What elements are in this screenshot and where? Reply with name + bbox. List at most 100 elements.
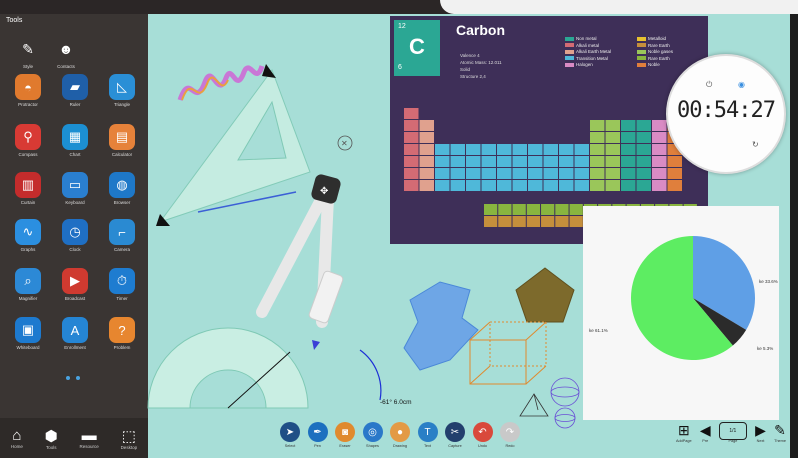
toolbar-redo-button[interactable]: ↷ Redo xyxy=(500,420,520,456)
cube-shape[interactable] xyxy=(469,321,547,385)
element-tile[interactable] xyxy=(543,180,559,191)
element-tile[interactable] xyxy=(484,204,498,215)
element-tile[interactable] xyxy=(497,144,512,155)
element-tile[interactable] xyxy=(466,180,481,191)
element-tile[interactable] xyxy=(404,180,419,191)
page-control-addpage[interactable]: ⊞ AddPage xyxy=(676,422,692,443)
element-tile[interactable] xyxy=(605,120,621,131)
element-tile[interactable] xyxy=(435,144,450,155)
element-tile[interactable] xyxy=(590,120,605,131)
element-tile[interactable] xyxy=(419,156,435,167)
element-tile[interactable] xyxy=(481,156,497,167)
element-tile[interactable] xyxy=(652,120,667,131)
compass-leg-left[interactable] xyxy=(256,192,328,318)
sphere-shape[interactable] xyxy=(550,377,580,429)
element-tile[interactable] xyxy=(543,144,559,155)
pyramid-shape[interactable] xyxy=(519,393,549,417)
element-tile[interactable] xyxy=(667,180,683,191)
element-tile[interactable] xyxy=(559,156,574,167)
element-tile[interactable] xyxy=(404,144,419,155)
element-tile[interactable] xyxy=(526,204,541,215)
element-tile[interactable] xyxy=(574,156,590,167)
stopwatch-widget[interactable]: ⏻ ◉ 00:54:27 ↻ xyxy=(666,54,786,174)
toolbar-pen-button[interactable]: ✒ Pen xyxy=(307,420,328,456)
element-tile[interactable] xyxy=(466,144,481,155)
element-tile[interactable] xyxy=(652,180,667,191)
element-tile[interactable] xyxy=(621,132,636,143)
page-control-page[interactable]: 1/1 Page xyxy=(718,422,747,443)
element-tile[interactable] xyxy=(590,180,605,191)
element-tile[interactable] xyxy=(652,132,667,143)
element-tile[interactable] xyxy=(512,168,528,179)
set-square-handle-top[interactable] xyxy=(262,64,276,78)
element-tile[interactable] xyxy=(574,168,590,179)
toolbar-eraser-button[interactable]: ◙ Eraser xyxy=(335,420,355,456)
element-tile[interactable] xyxy=(636,132,652,143)
compass-pen[interactable] xyxy=(308,270,344,324)
page-control-theme[interactable]: ✎ Theme xyxy=(774,422,786,443)
element-tile[interactable] xyxy=(404,108,419,119)
element-tile[interactable] xyxy=(652,156,667,167)
element-tile[interactable] xyxy=(621,180,636,191)
page-control-next[interactable]: ▶ Next xyxy=(755,422,766,443)
element-tile[interactable] xyxy=(404,132,419,143)
element-tile[interactable] xyxy=(605,180,621,191)
element-tile[interactable] xyxy=(419,132,435,143)
element-tile[interactable] xyxy=(484,216,498,227)
element-tile[interactable] xyxy=(528,168,543,179)
element-tile[interactable] xyxy=(621,120,636,131)
freehand-stroke[interactable] xyxy=(177,65,265,101)
element-tile[interactable] xyxy=(481,144,497,155)
toolbar-capture-button[interactable]: ✂ Capture xyxy=(445,420,465,456)
element-tile[interactable] xyxy=(543,156,559,167)
element-tile[interactable] xyxy=(450,180,466,191)
toolbar-undo-button[interactable]: ↶ Undo xyxy=(472,420,493,456)
element-tile[interactable] xyxy=(636,180,652,191)
element-tile[interactable] xyxy=(590,156,605,167)
element-tile[interactable] xyxy=(569,216,583,227)
element-tile[interactable] xyxy=(590,168,605,179)
element-tile[interactable] xyxy=(574,180,590,191)
element-tile[interactable] xyxy=(419,168,435,179)
page-control-pre[interactable]: ◀ Pre xyxy=(700,422,711,443)
arc-stroke[interactable] xyxy=(359,349,382,401)
pentagon-shape[interactable] xyxy=(515,267,575,323)
element-tile[interactable] xyxy=(435,156,450,167)
element-tile[interactable] xyxy=(528,144,543,155)
element-tile[interactable] xyxy=(555,204,569,215)
element-tile[interactable] xyxy=(466,168,481,179)
element-tile[interactable] xyxy=(450,168,466,179)
element-tile[interactable] xyxy=(621,156,636,167)
element-tile[interactable] xyxy=(481,168,497,179)
reset-icon[interactable]: ↻ xyxy=(752,140,759,149)
element-tile[interactable] xyxy=(667,156,683,167)
element-tile[interactable] xyxy=(528,156,543,167)
element-tile[interactable] xyxy=(621,144,636,155)
element-tile[interactable] xyxy=(435,180,450,191)
element-tile[interactable] xyxy=(481,180,497,191)
element-tile[interactable] xyxy=(498,216,512,227)
element-tile[interactable] xyxy=(435,168,450,179)
element-tile[interactable] xyxy=(512,144,528,155)
element-tile[interactable] xyxy=(450,144,466,155)
element-tile[interactable] xyxy=(419,144,435,155)
element-tile[interactable] xyxy=(605,132,621,143)
element-tile[interactable] xyxy=(466,156,481,167)
toolbar-text-button[interactable]: T Text xyxy=(417,420,438,456)
element-tile[interactable] xyxy=(404,120,419,131)
element-tile[interactable] xyxy=(512,180,528,191)
pie-chart-panel[interactable]: ke 33.6% ke 5.3% ke 61.1% xyxy=(583,206,779,420)
element-tile[interactable] xyxy=(498,204,512,215)
element-tile[interactable] xyxy=(569,204,583,215)
element-tile[interactable] xyxy=(555,216,569,227)
settings-icon[interactable]: ◉ xyxy=(738,80,745,89)
element-tile[interactable] xyxy=(526,216,541,227)
element-tile[interactable] xyxy=(541,216,555,227)
element-tile[interactable] xyxy=(404,156,419,167)
element-tile[interactable] xyxy=(621,168,636,179)
toolbar-select-button[interactable]: ➤ Select xyxy=(280,420,300,456)
element-tile[interactable] xyxy=(667,168,683,179)
element-tile[interactable] xyxy=(590,144,605,155)
element-tile[interactable] xyxy=(512,216,526,227)
element-tile[interactable] xyxy=(541,204,555,215)
